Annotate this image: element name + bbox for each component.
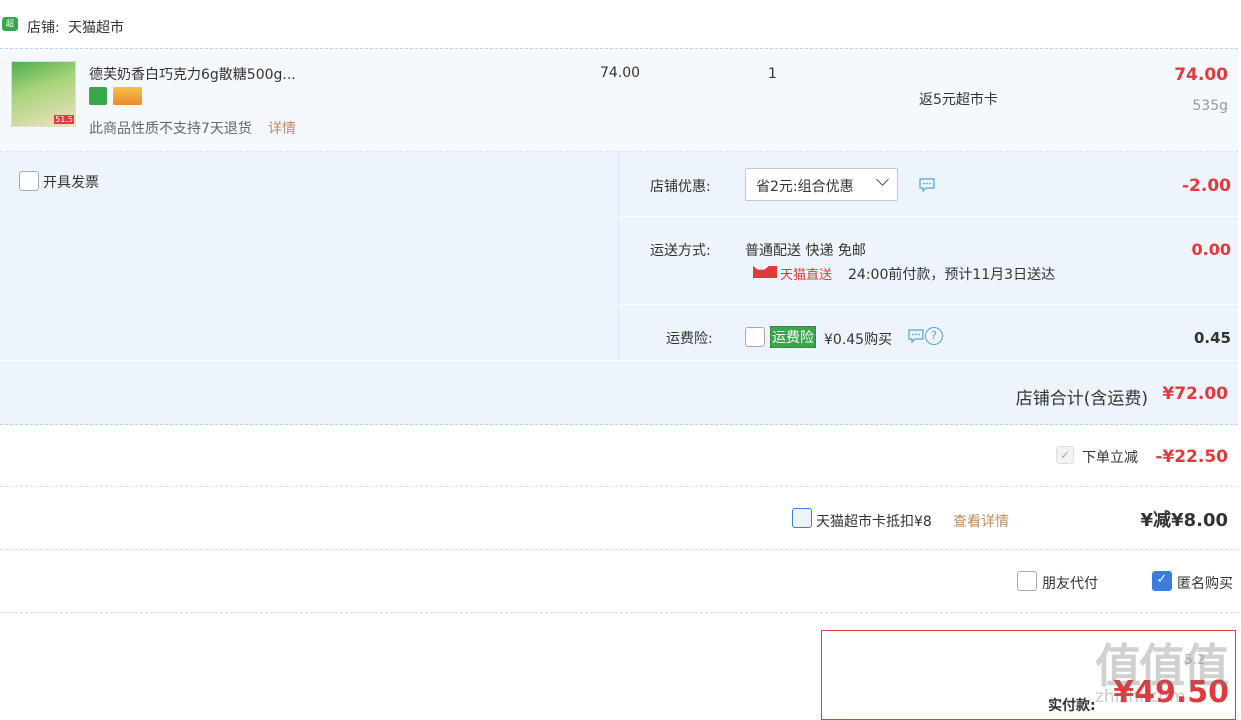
card-icon xyxy=(113,87,142,105)
card-deduct-row: 天猫超市卡抵扣¥8 查看详情 ¥减¥8.00 xyxy=(0,487,1238,550)
instant-discount-row: ✓ 下单立减 -¥22.50 xyxy=(0,426,1238,487)
help-icon[interactable]: ? xyxy=(925,327,943,345)
detail-link[interactable]: 详情 xyxy=(268,118,296,138)
shop-options: 店铺优惠: 省2元:组合优惠 -2.00 运送方式: 普通配送 快递 免邮 天猫… xyxy=(618,152,1239,360)
unit-price: 74.00 xyxy=(600,65,641,81)
invoice-checkbox[interactable] xyxy=(19,171,39,191)
shop-discount-label: 店铺优惠: xyxy=(650,179,711,195)
card-deduct-amount: ¥减¥8.00 xyxy=(1140,510,1228,531)
service-icon-green xyxy=(89,87,107,105)
message-icon[interactable] xyxy=(919,178,935,192)
order-options-panel: 开具发票 店铺优惠: 省2元:组合优惠 -2.00 运送方式: 普通配送 快递 … xyxy=(0,152,1239,425)
invoice-label: 开具发票 xyxy=(43,175,99,191)
shop-discount-select[interactable]: 省2元:组合优惠 xyxy=(745,168,898,201)
anonymous-label: 匿名购买 xyxy=(1177,576,1233,592)
shipping-amount: 0.00 xyxy=(1191,240,1231,259)
instant-discount-amount: -¥22.50 xyxy=(1155,447,1228,467)
shipping-method: 普通配送 快递 免邮 xyxy=(745,243,866,259)
insurance-tag: 运费险 xyxy=(770,326,816,348)
shipping-eta: 24:00前付款，预计11月3日送达 xyxy=(848,267,1056,283)
shop-total-amount: ¥72.00 xyxy=(1162,384,1228,404)
chevron-down-icon xyxy=(876,173,889,186)
thumb-price-tag: 51.5 xyxy=(54,115,74,124)
item-title[interactable]: 德芙奶香白巧克力6g散糖500g... xyxy=(89,64,296,84)
shop-header: 超 店铺: 天猫超市 xyxy=(0,0,1241,48)
cashback: 返5元超市卡 xyxy=(919,92,998,108)
item-row: 51.5 德芙奶香白巧克力6g散糖500g... 此商品性质不支持7天退货 详情… xyxy=(0,48,1238,152)
insurance-amount: 0.45 xyxy=(1193,329,1231,347)
payment-options-row: 朋友代付 ✓ 匿名购买 xyxy=(0,550,1238,613)
quantity: 1 xyxy=(768,66,777,82)
payment-label: 实付款: xyxy=(1048,698,1096,714)
shop-name[interactable]: 天猫超市 xyxy=(68,17,124,37)
shop-label: 店铺: xyxy=(27,20,60,36)
watermark-site: zhizhi.com xyxy=(1095,687,1186,707)
divider xyxy=(619,216,1239,217)
shop-total-label: 店铺合计(含运费) xyxy=(1015,389,1148,409)
shop-discount-selected: 省2元:组合优惠 xyxy=(756,179,854,195)
instant-discount-checkbox: ✓ xyxy=(1056,446,1074,464)
shop-total-row: 店铺合计(含运费) ¥72.00 xyxy=(0,360,1238,425)
divider xyxy=(619,304,1239,305)
tmall-cat-icon xyxy=(745,266,777,278)
card-deduct-checkbox[interactable] xyxy=(792,508,812,528)
insurance-checkbox[interactable] xyxy=(745,327,765,347)
item-subtotal: 74.00 xyxy=(1174,65,1228,85)
message-icon[interactable] xyxy=(908,329,924,343)
shop-discount-amount: -2.00 xyxy=(1182,176,1231,196)
friend-pay-checkbox[interactable] xyxy=(1017,571,1037,591)
insurance-price: ¥0.45购买 xyxy=(824,332,893,348)
instant-discount-label: 下单立减 xyxy=(1082,450,1138,466)
card-deduct-link[interactable]: 查看详情 xyxy=(953,511,1009,531)
return-policy: 此商品性质不支持7天退货 xyxy=(89,121,252,137)
friend-pay-label: 朋友代付 xyxy=(1042,576,1098,592)
tmall-shop-icon: 超 xyxy=(2,17,18,31)
product-thumbnail[interactable]: 51.5 xyxy=(11,61,76,127)
item-weight: 535g xyxy=(1192,98,1228,114)
tmall-direct-badge: 天猫直送 xyxy=(780,268,833,283)
insurance-label: 运费险: xyxy=(666,331,713,347)
shipping-label: 运送方式: xyxy=(650,243,711,259)
anonymous-checkbox[interactable]: ✓ xyxy=(1152,571,1172,591)
card-deduct-label: 天猫超市卡抵扣¥8 xyxy=(816,514,932,530)
